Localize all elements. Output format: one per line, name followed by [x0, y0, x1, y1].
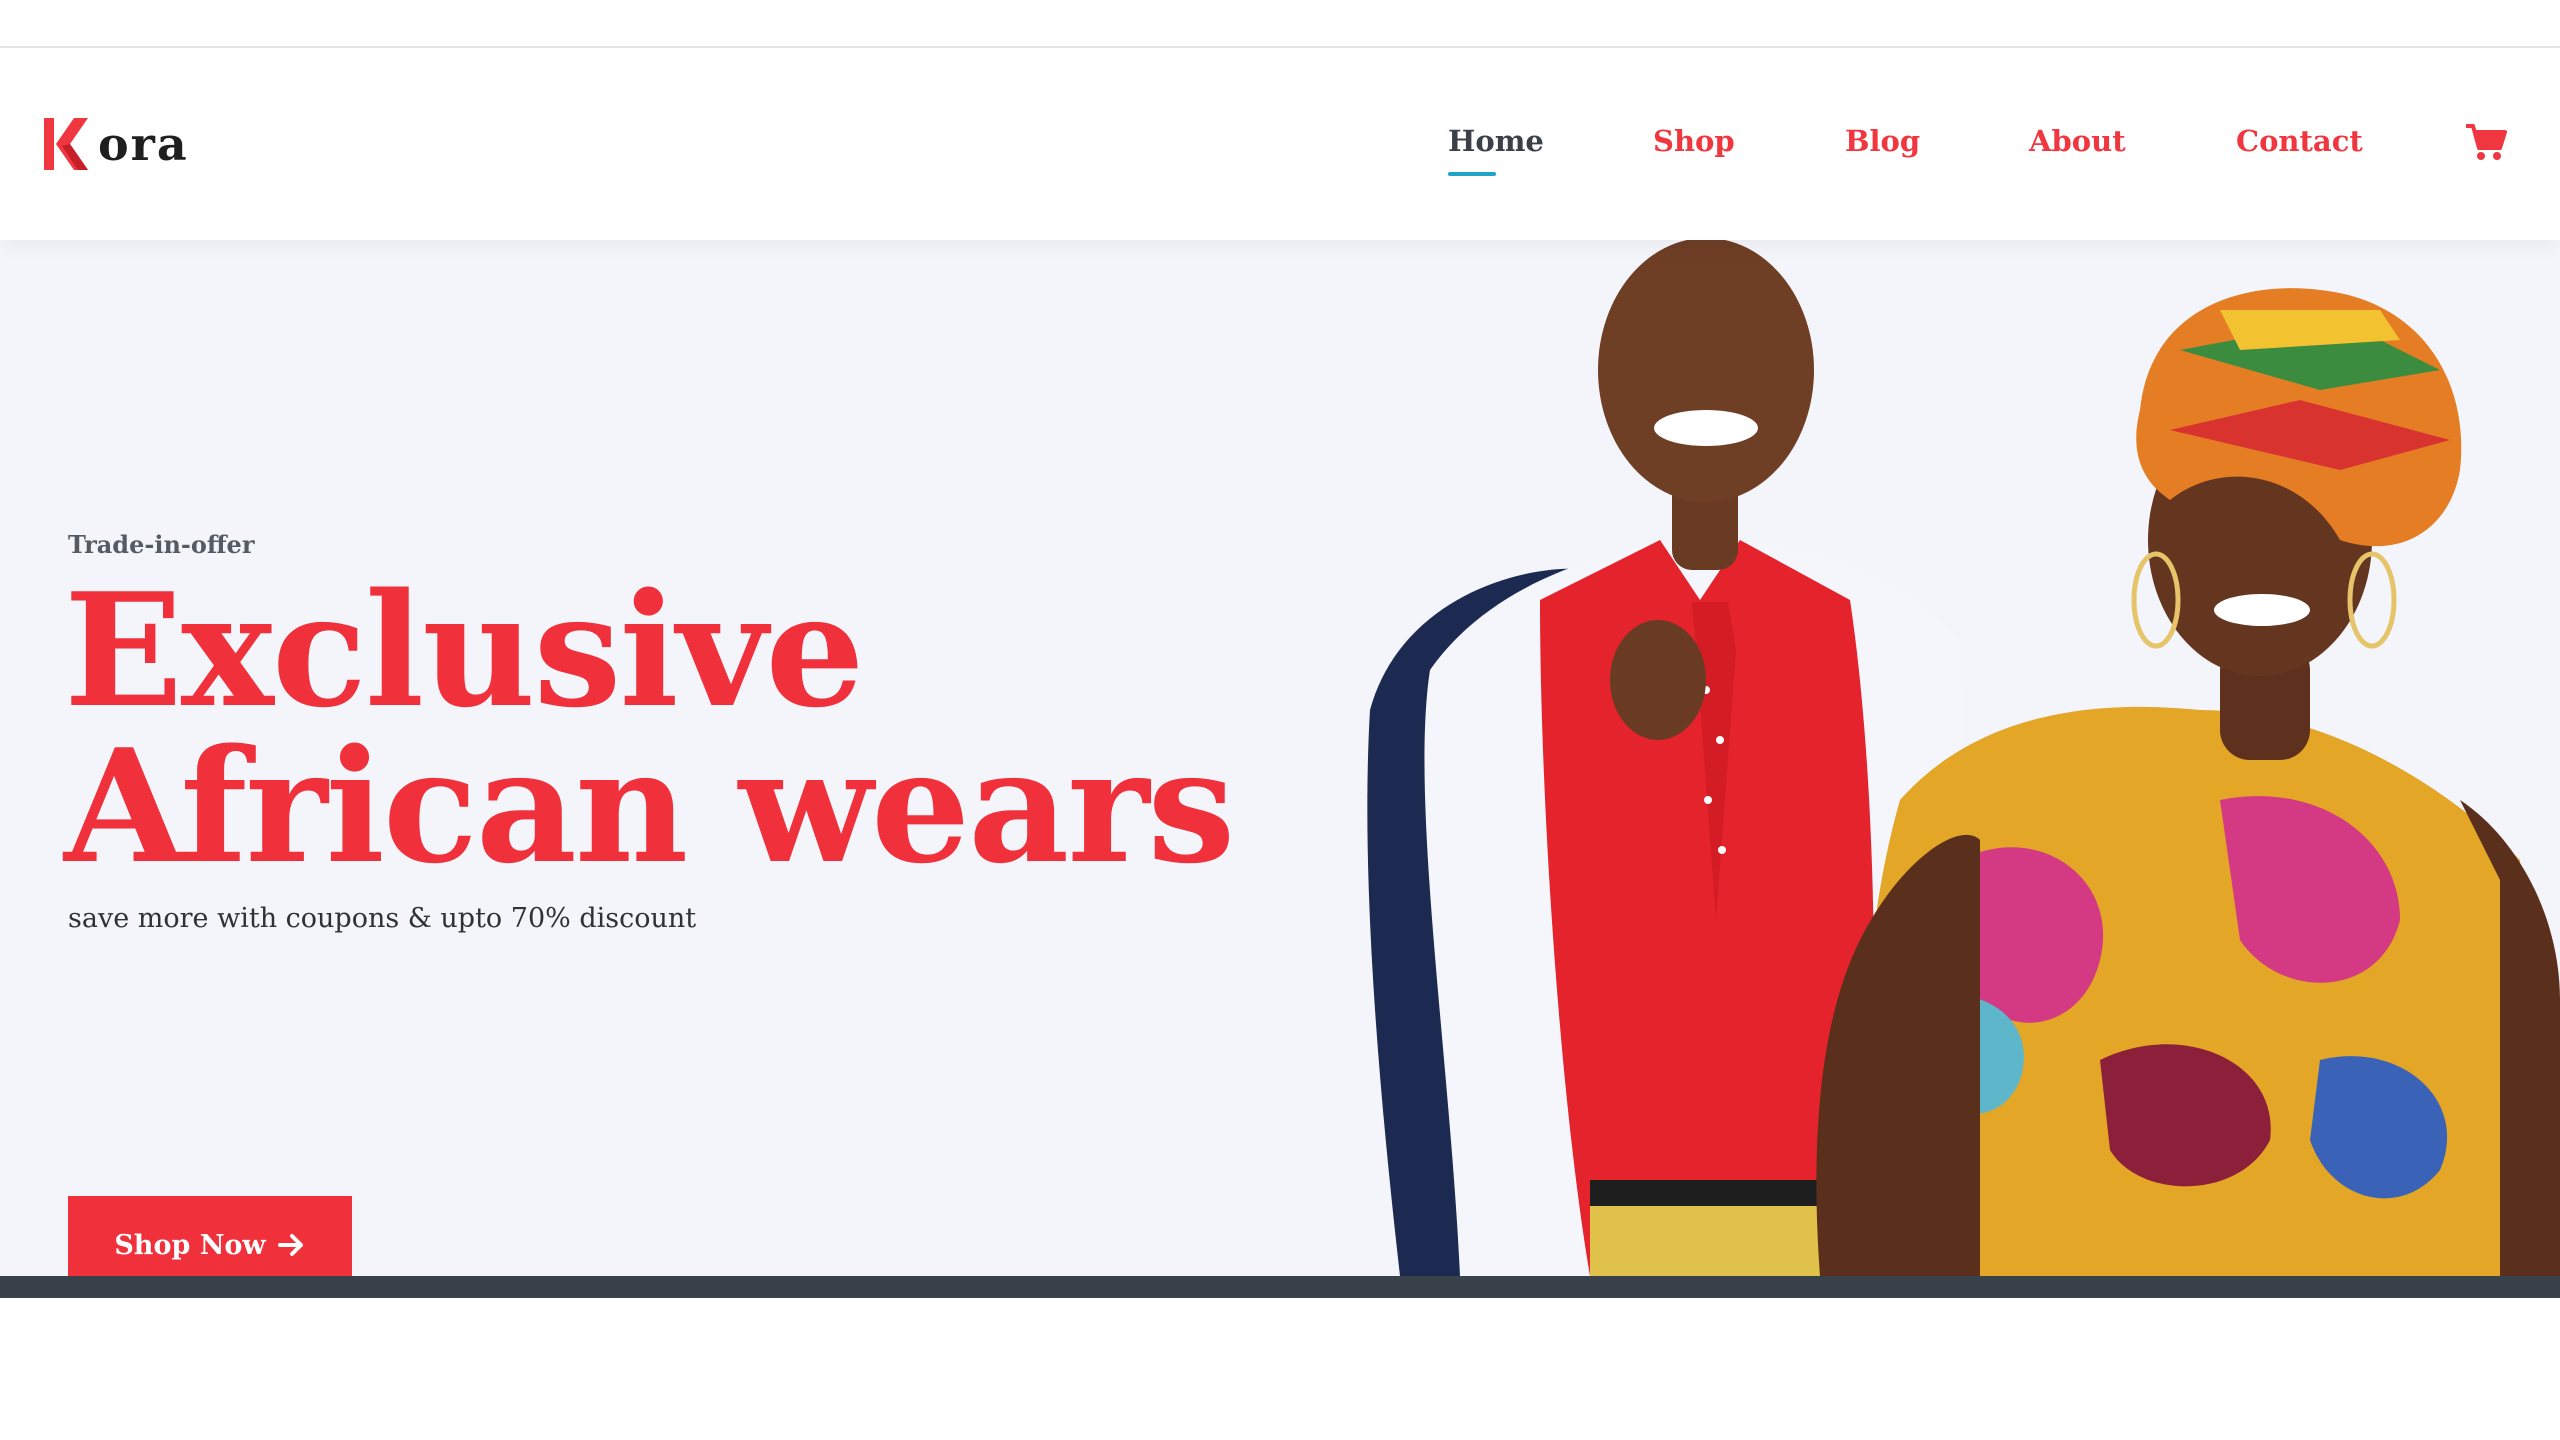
shop-now-button[interactable]: Shop Now	[68, 1196, 352, 1276]
nav-item-label: Shop	[1653, 124, 1735, 158]
hero-banner: Trade-in-offer Exclusive African wears s…	[0, 240, 2560, 1276]
nav-item-home[interactable]: Home	[1448, 124, 1544, 176]
hero-headline: Exclusive African wears	[64, 559, 1235, 898]
hero-headline-line-2: African wears	[64, 715, 1235, 898]
browser-top-strip	[0, 0, 2560, 48]
shop-now-label: Shop Now	[114, 1229, 266, 1261]
nav-item-label: Home	[1448, 124, 1544, 158]
site-header: ora Home Shop Blog About Contact	[0, 48, 2560, 240]
hero-subline: save more with coupons & upto 70% discou…	[68, 903, 697, 934]
hero-bottom-band	[0, 1276, 2560, 1298]
main-nav: Home Shop Blog About Contact	[0, 48, 2560, 240]
hero-eyebrow: Trade-in-offer	[68, 530, 255, 559]
nav-item-label: About	[2029, 124, 2126, 158]
nav-item-blog[interactable]: Blog	[1845, 124, 1920, 158]
nav-item-label: Contact	[2236, 124, 2363, 158]
hero-models-image	[1367, 240, 2560, 1276]
nav-item-label: Blog	[1845, 124, 1921, 158]
hero-copy: Trade-in-offer Exclusive African wears s…	[64, 530, 1235, 1276]
below-fold-area	[0, 1298, 2560, 1440]
nav-item-shop[interactable]: Shop	[1653, 124, 1735, 158]
nav-item-about[interactable]: About	[2029, 124, 2126, 158]
hero-headline-line-1: Exclusive	[64, 559, 865, 742]
active-nav-indicator	[1448, 172, 1496, 176]
shopping-cart-icon[interactable]	[2464, 120, 2508, 164]
nav-item-contact[interactable]: Contact	[2236, 124, 2363, 158]
arrow-right-icon	[277, 1234, 303, 1256]
